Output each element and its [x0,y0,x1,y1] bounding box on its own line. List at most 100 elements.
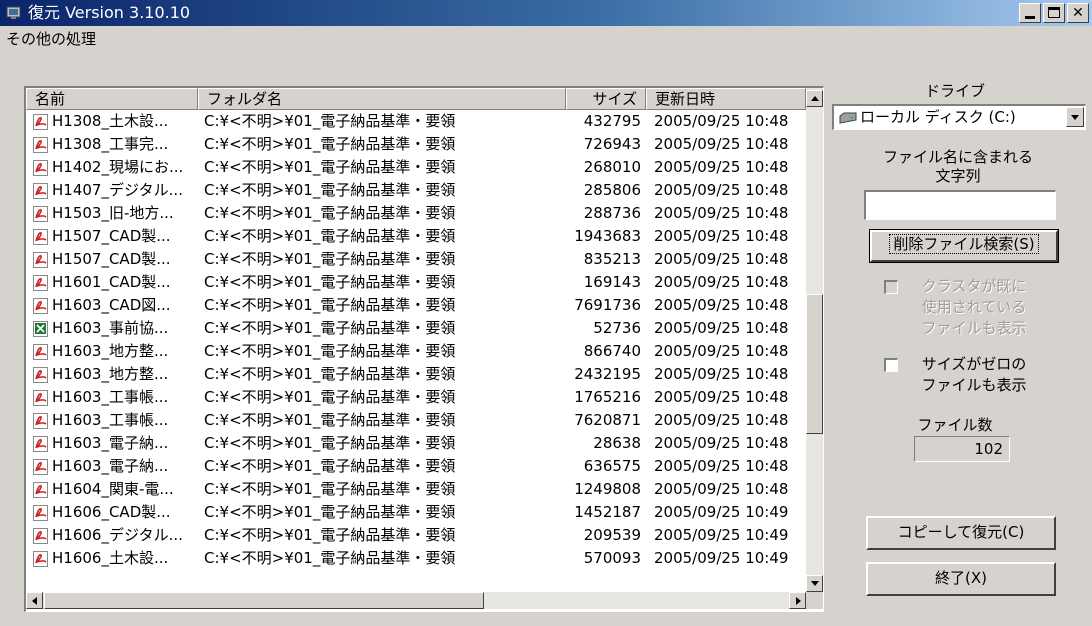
close-button[interactable]: ✕ [1067,3,1089,23]
list-row[interactable]: H1603_電子納... C:¥<不明>¥01_電子納品基準・要領 636575 20… [26,455,806,478]
list-row[interactable]: H1603_電子納... C:¥<不明>¥01_電子納品基準・要領 28638 200… [26,432,806,455]
list-row[interactable]: H1606_CAD製... C:¥<不明>¥01_電子納品基準・要領 1452187… [26,501,806,524]
scroll-right-button[interactable] [789,592,806,609]
arrow-right-icon [796,597,801,605]
file-name: H1603_地方整... [52,342,169,360]
file-name: H1308_土木設... [52,112,169,130]
pdf-icon [32,205,50,223]
list-row[interactable]: H1603_工事帳... C:¥<不明>¥01_電子納品基準・要領 7620871 2… [26,409,806,432]
column-header-date[interactable]: 更新日時 [646,88,806,110]
file-date: 2005/09/25 10:49 [654,503,789,521]
file-date: 2005/09/25 10:48 [654,411,789,429]
arrow-up-icon [811,96,819,101]
hard-drive-icon [839,112,857,124]
file-date: 2005/09/25 10:49 [654,526,789,544]
file-folder: C:¥<不明>¥01_電子納品基準・要領 [204,388,456,406]
search-deleted-files-button[interactable]: 削除ファイル検索(S) [869,229,1059,263]
file-size: 1943683 [574,227,641,245]
title-bar[interactable]: 復元 Version 3.10.10 ✕ [0,0,1092,26]
file-size: 28638 [593,434,641,452]
file-size: 726943 [583,135,641,153]
list-row[interactable]: H1503_旧-地方... C:¥<不明>¥01_電子納品基準・要領 288736 2… [26,202,806,225]
file-date: 2005/09/25 10:48 [654,273,789,291]
list-row[interactable]: H1606_土木設... C:¥<不明>¥01_電子納品基準・要領 570093 20… [26,547,806,570]
window-controls: ✕ [1017,3,1089,23]
pdf-icon [32,412,50,430]
list-row[interactable]: H1402_現場にお... C:¥<不明>¥01_電子納品基準・要領 268010 2… [26,156,806,179]
file-date: 2005/09/25 10:49 [654,549,789,567]
scroll-up-button[interactable] [806,90,823,107]
file-name: H1603_電子納... [52,434,169,452]
list-header: 名前 フォルダ名 サイズ 更新日時 [26,88,806,110]
file-date: 2005/09/25 10:48 [654,112,789,130]
pdf-icon [32,435,50,453]
column-header-name[interactable]: 名前 [26,88,198,110]
file-size: 7691736 [574,296,641,314]
close-icon: ✕ [1072,5,1084,21]
list-row[interactable]: H1407_デジタル... C:¥<不明>¥01_電子納品基準・要領 285806 2… [26,179,806,202]
filter-label: ファイル名に含まれる 文字列 [858,148,1058,186]
file-name: H1603_工事帳... [52,388,169,406]
column-header-folder[interactable]: フォルダ名 [198,88,566,110]
file-list[interactable]: 名前 フォルダ名 サイズ 更新日時 H1308_土木設... C:¥<不明>¥01… [24,86,824,612]
file-name: H1402_現場にお... [52,158,184,176]
file-name: H1507_CAD製... [52,227,171,245]
file-folder: C:¥<不明>¥01_電子納品基準・要領 [204,319,456,337]
file-folder: C:¥<不明>¥01_電子納品基準・要領 [204,204,456,222]
list-row[interactable]: H1308_工事完... C:¥<不明>¥01_電子納品基準・要領 726943 20… [26,133,806,156]
file-name: H1604_関東-電... [52,480,174,498]
drive-dropdown-button[interactable] [1066,107,1084,127]
copy-restore-button[interactable]: コピーして復元(C) [866,516,1056,550]
file-folder: C:¥<不明>¥01_電子納品基準・要領 [204,227,456,245]
file-folder: C:¥<不明>¥01_電子納品基準・要領 [204,296,456,314]
list-row[interactable]: H1603_CAD図... C:¥<不明>¥01_電子納品基準・要領 7691736… [26,294,806,317]
list-row[interactable]: H1603_地方整... C:¥<不明>¥01_電子納品基準・要領 2432195 2… [26,363,806,386]
list-row[interactable]: H1603_工事帳... C:¥<不明>¥01_電子納品基準・要領 1765216 2… [26,386,806,409]
list-row[interactable]: H1603_事前協... C:¥<不明>¥01_電子納品基準・要領 52736 200… [26,317,806,340]
filter-label-line1: ファイル名に含まれる [882,148,1033,166]
column-header-size[interactable]: サイズ [566,88,646,110]
file-size: 169143 [583,273,641,291]
drive-value: ローカル ディスク (C:) [860,108,1016,126]
file-folder: C:¥<不明>¥01_電子納品基準・要領 [204,365,456,383]
arrow-down-icon [811,581,819,586]
file-size: 52736 [593,319,641,337]
file-name: H1601_CAD製... [52,273,171,291]
list-row[interactable]: H1507_CAD製... C:¥<不明>¥01_電子納品基準・要領 835213 2… [26,248,806,271]
cluster-checkbox[interactable] [884,280,898,294]
minimize-button[interactable] [1019,3,1041,23]
file-size: 835213 [583,250,641,268]
file-size: 268010 [583,158,641,176]
drive-label: ドライブ [924,82,985,100]
horizontal-scroll-thumb[interactable] [44,592,484,609]
file-folder: C:¥<不明>¥01_電子納品基準・要領 [204,181,456,199]
scrollbar-corner [806,592,823,609]
vertical-scrollbar[interactable] [806,88,823,592]
zero-size-checkbox[interactable] [884,358,898,372]
list-row[interactable]: H1308_土木設... C:¥<不明>¥01_電子納品基準・要領 432795 20… [26,110,806,133]
list-row[interactable]: H1601_CAD製... C:¥<不明>¥01_電子納品基準・要領 169143 2… [26,271,806,294]
list-row[interactable]: H1604_関東-電... C:¥<不明>¥01_電子納品基準・要領 1249808… [26,478,806,501]
filename-filter-input[interactable] [864,190,1056,220]
vertical-scroll-thumb[interactable] [806,294,823,434]
file-name: H1407_デジタル... [52,181,183,199]
file-date: 2005/09/25 10:48 [654,388,789,406]
horizontal-scrollbar[interactable] [26,592,806,609]
file-name: H1606_デジタル... [52,526,183,544]
list-row[interactable]: H1507_CAD製... C:¥<不明>¥01_電子納品基準・要領 1943683… [26,225,806,248]
maximize-button[interactable] [1043,3,1065,23]
file-size: 288736 [583,204,641,222]
pdf-icon [32,458,50,476]
drive-select[interactable]: ローカル ディスク (C:) [832,104,1086,130]
file-date: 2005/09/25 10:48 [654,227,789,245]
file-date: 2005/09/25 10:48 [654,480,789,498]
cluster-label-line2: 使用されている [921,298,1027,316]
menu-other[interactable]: その他の処理 [6,30,96,48]
pdf-icon [32,113,50,131]
exit-button[interactable]: 終了(X) [866,562,1056,596]
scroll-down-button[interactable] [806,575,823,592]
file-count-label: ファイル数 [917,416,993,434]
list-row[interactable]: H1606_デジタル... C:¥<不明>¥01_電子納品基準・要領 209539 2… [26,524,806,547]
list-row[interactable]: H1603_地方整... C:¥<不明>¥01_電子納品基準・要領 866740 20… [26,340,806,363]
scroll-left-button[interactable] [26,592,43,609]
